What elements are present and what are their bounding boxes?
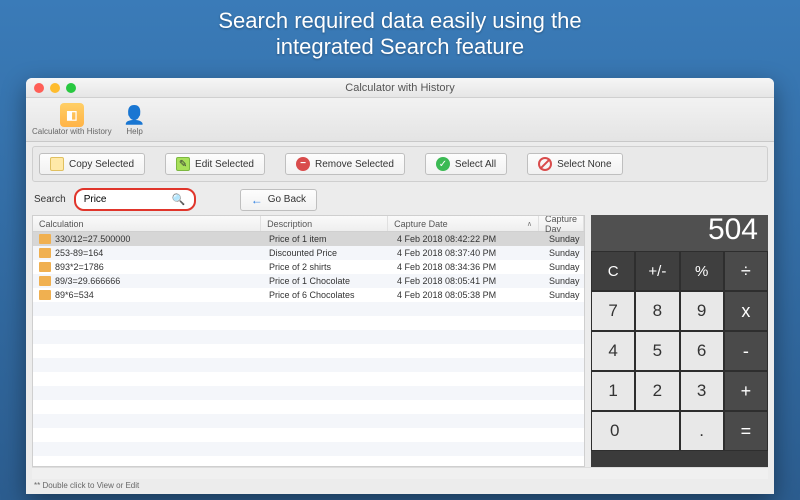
table-body: 330/12=27.500000Price of 1 item4 Feb 201… (33, 232, 584, 466)
calc-key-5[interactable]: 5 (635, 331, 679, 371)
promo-line-1: Search required data easily using the (0, 8, 800, 34)
remove-selected-button[interactable]: − Remove Selected (285, 153, 405, 175)
calc-key-0[interactable]: 0 (591, 411, 680, 451)
calc-key-=[interactable]: = (724, 411, 768, 451)
promo-line-2: integrated Search feature (0, 34, 800, 60)
search-icon[interactable]: 🔍 (172, 193, 186, 206)
edit-label: Edit Selected (195, 159, 254, 170)
action-toolbar: Copy Selected ✎ Edit Selected − Remove S… (32, 146, 768, 182)
calc-key-7[interactable]: 7 (591, 291, 635, 331)
calc-key-8[interactable]: 8 (635, 291, 679, 331)
none-icon (538, 157, 552, 171)
col-calculation[interactable]: Calculation (33, 216, 261, 231)
calc-key-2[interactable]: 2 (635, 371, 679, 411)
history-table: Calculation Description Capture Date ∧ Ca… (32, 215, 585, 467)
search-box: 🔍 (74, 188, 196, 211)
calculator-display: 504 (591, 215, 768, 251)
select-all-label: Select All (455, 159, 496, 170)
col-date-label: Capture Date (394, 219, 448, 229)
row-icon (39, 248, 51, 258)
copy-selected-button[interactable]: Copy Selected (39, 153, 145, 175)
col-capture-date[interactable]: Capture Date ∧ (388, 216, 539, 231)
help-button[interactable]: 👤 Help (124, 103, 146, 136)
calc-key--[interactable]: - (724, 331, 768, 371)
calc-key-+/-[interactable]: +/- (635, 251, 679, 291)
calc-key-9[interactable]: 9 (680, 291, 724, 331)
table-header: Calculation Description Capture Date ∧ Ca… (33, 216, 584, 232)
search-input[interactable] (80, 192, 172, 207)
horizontal-scrollbar[interactable] (32, 467, 768, 479)
remove-icon: − (296, 157, 310, 171)
check-icon: ✓ (436, 157, 450, 171)
app-icon-main[interactable]: ◧ Calculator with History (32, 103, 112, 136)
go-back-button[interactable]: ← Go Back (240, 189, 317, 211)
app-icon-label: Calculator with History (32, 127, 112, 136)
row-icon (39, 234, 51, 244)
search-row: Search 🔍 ← Go Back (26, 182, 774, 215)
go-back-label: Go Back (268, 194, 306, 205)
calc-key-4[interactable]: 4 (591, 331, 635, 371)
copy-label: Copy Selected (69, 159, 134, 170)
app-window: Calculator with History ◧ Calculator wit… (26, 78, 774, 494)
help-label: Help (126, 127, 142, 136)
app-toolbar: ◧ Calculator with History 👤 Help (26, 98, 774, 142)
copy-icon (50, 157, 64, 171)
calc-key-÷[interactable]: ÷ (724, 251, 768, 291)
remove-label: Remove Selected (315, 159, 394, 170)
calc-key-3[interactable]: 3 (680, 371, 724, 411)
calc-key-C[interactable]: C (591, 251, 635, 291)
table-row[interactable]: 893*2=1786Price of 2 shirts4 Feb 2018 08… (33, 260, 584, 274)
select-none-label: Select None (557, 159, 611, 170)
edit-selected-button[interactable]: ✎ Edit Selected (165, 153, 265, 175)
table-row[interactable]: 253-89=164Discounted Price4 Feb 2018 08:… (33, 246, 584, 260)
col-description[interactable]: Description (261, 216, 388, 231)
select-none-button[interactable]: Select None (527, 153, 622, 175)
select-all-button[interactable]: ✓ Select All (425, 153, 507, 175)
search-label: Search (34, 194, 66, 205)
row-icon (39, 276, 51, 286)
calc-key-.[interactable]: . (680, 411, 724, 451)
table-row[interactable]: 89/3=29.666666Price of 1 Chocolate4 Feb … (33, 274, 584, 288)
sort-asc-icon: ∧ (527, 220, 532, 228)
calc-key-x[interactable]: x (724, 291, 768, 331)
edit-icon: ✎ (176, 157, 190, 171)
table-row[interactable]: 330/12=27.500000Price of 1 item4 Feb 201… (33, 232, 584, 246)
titlebar: Calculator with History (26, 78, 774, 98)
help-icon: 👤 (124, 103, 146, 127)
row-icon (39, 262, 51, 272)
calc-key-6[interactable]: 6 (680, 331, 724, 371)
calc-key-+[interactable]: + (724, 371, 768, 411)
col-capture-day[interactable]: Capture Day (539, 216, 584, 231)
calc-key-1[interactable]: 1 (591, 371, 635, 411)
back-arrow-icon: ← (251, 193, 263, 207)
calc-key-%[interactable]: % (680, 251, 724, 291)
footer-hint: ** Double click to View or Edit (26, 479, 774, 494)
row-icon (39, 290, 51, 300)
table-row[interactable]: 89*6=534Price of 6 Chocolates4 Feb 2018 … (33, 288, 584, 302)
window-title: Calculator with History (26, 82, 774, 94)
calculator-panel: Savings 504 C+/-%÷789x456-123+0.= (591, 215, 768, 467)
calculator-keypad: C+/-%÷ 789x 456- 123+0.= (591, 251, 768, 467)
calculator-app-icon: ◧ (60, 103, 84, 127)
